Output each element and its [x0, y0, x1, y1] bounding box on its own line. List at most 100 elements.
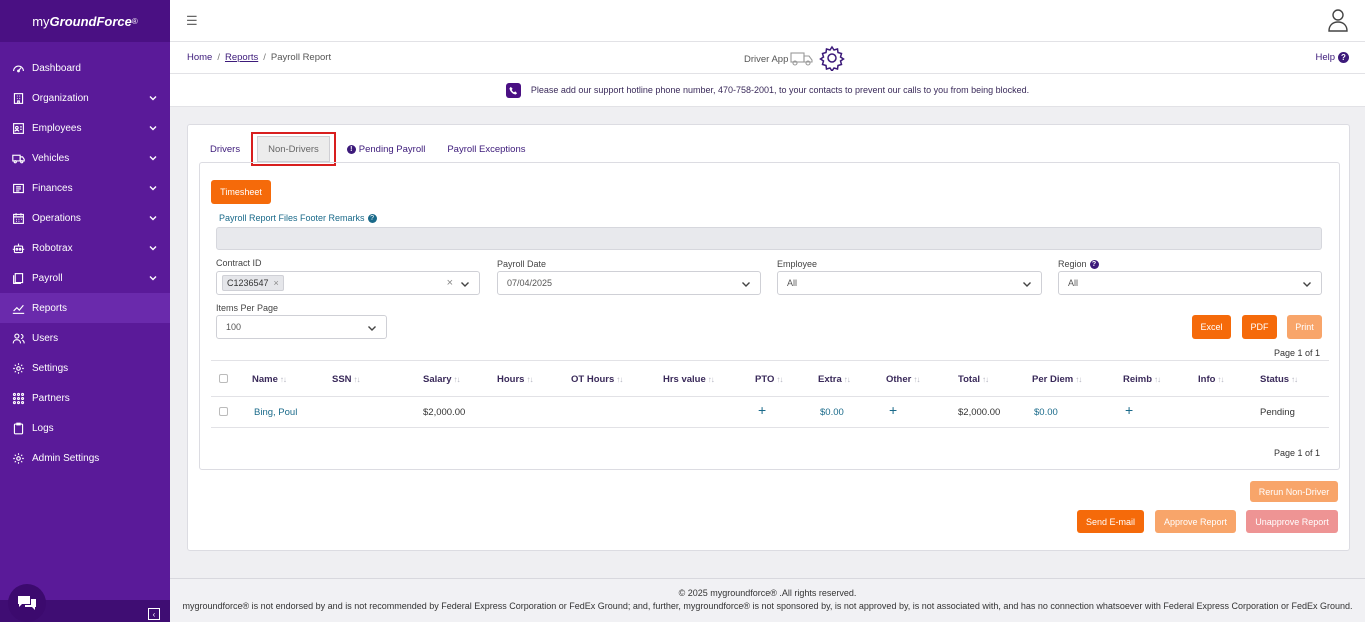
chevron-down-icon[interactable]	[460, 279, 470, 291]
sidebar-nav: Dashboard Organization Employees Vehicle…	[0, 42, 170, 473]
support-notice: Please add our support hotline phone num…	[170, 74, 1365, 107]
col-salary[interactable]: Salary ↑↓	[423, 374, 461, 385]
col-hrs-value[interactable]: Hrs value ↑↓	[663, 374, 715, 385]
sidebar-item-operations[interactable]: Operations	[0, 203, 170, 233]
region-select[interactable]: All	[1058, 271, 1322, 295]
sort-icon: ↑↓	[776, 375, 783, 384]
add-pto-icon[interactable]: +	[758, 402, 766, 418]
report-tabs: Drivers Non-Drivers ! Pending Payroll Pa…	[199, 132, 536, 166]
sidebar-collapse-icon[interactable]: ‹	[148, 608, 160, 620]
col-hours[interactable]: Hours ↑↓	[497, 374, 533, 385]
contract-id-chip: C1236547 ×	[222, 275, 284, 291]
col-reimb-label: Reimb	[1123, 374, 1153, 385]
sidebar-item-payroll[interactable]: Payroll	[0, 263, 170, 293]
breadcrumb-current: Payroll Report	[270, 52, 332, 63]
sidebar-item-dashboard[interactable]: Dashboard	[0, 53, 170, 83]
total-cell: $2,000.00	[958, 407, 1001, 418]
sidebar-item-label: Logs	[32, 422, 54, 434]
phone-icon	[505, 82, 521, 98]
sidebar-item-label: Admin Settings	[32, 452, 100, 464]
driver-app-label: Driver App	[744, 54, 789, 65]
col-total[interactable]: Total ↑↓	[958, 374, 989, 385]
sort-icon: ↑↓	[913, 375, 920, 384]
driver-app-link[interactable]: Driver App	[744, 45, 846, 74]
sidebar-item-reports[interactable]: Reports	[0, 293, 170, 323]
breadcrumb-home[interactable]: Home	[187, 52, 212, 63]
tab-pending-payroll[interactable]: ! Pending Payroll	[336, 136, 437, 162]
sort-icon: ↑↓	[1075, 375, 1082, 384]
brand-logo[interactable]: my GroundForce ®	[0, 0, 170, 42]
sidebar-item-label: Users	[32, 332, 59, 344]
excel-button[interactable]: Excel	[1192, 315, 1231, 339]
col-extra[interactable]: Extra ↑↓	[818, 374, 851, 385]
col-name[interactable]: Name ↑↓	[252, 374, 287, 385]
help-icon: ?	[1338, 52, 1349, 63]
send-email-button[interactable]: Send E-mail	[1077, 510, 1144, 533]
remove-chip-icon[interactable]: ×	[274, 278, 279, 288]
brand-bold: GroundForce	[49, 13, 132, 29]
col-info[interactable]: Info ↑↓	[1198, 374, 1224, 385]
contract-id-select[interactable]: C1236547 × ×	[216, 271, 480, 295]
col-status[interactable]: Status ↑↓	[1260, 374, 1298, 385]
breadcrumb-reports[interactable]: Reports	[225, 52, 258, 63]
sidebar-item-partners[interactable]: Partners	[0, 383, 170, 413]
clear-icon[interactable]: ×	[447, 277, 453, 289]
col-pto[interactable]: PTO ↑↓	[755, 374, 783, 385]
sidebar-item-robotrax[interactable]: Robotrax	[0, 233, 170, 263]
per-diem-link[interactable]: $0.00	[1034, 407, 1058, 418]
unapprove-report-button[interactable]: Unapprove Report	[1246, 510, 1338, 533]
tab-payroll-exceptions[interactable]: Payroll Exceptions	[436, 136, 536, 162]
sidebar-item-vehicles[interactable]: Vehicles	[0, 143, 170, 173]
hamburger-menu-icon[interactable]: ☰	[186, 13, 198, 29]
tab-non-drivers-label: Non-Drivers	[257, 136, 330, 162]
sidebar-item-admin-settings[interactable]: Admin Settings	[0, 443, 170, 473]
add-reimb-icon[interactable]: +	[1125, 402, 1133, 418]
items-per-page-value: 100	[226, 322, 242, 332]
region-value: All	[1068, 278, 1079, 288]
timesheet-button[interactable]: Timesheet	[211, 180, 271, 204]
col-per-diem-label: Per Diem	[1032, 374, 1074, 385]
chevron-down-icon	[148, 153, 158, 166]
col-other[interactable]: Other ↑↓	[886, 374, 920, 385]
rerun-non-driver-button[interactable]: Rerun Non-Driver	[1250, 481, 1338, 502]
extra-link[interactable]: $0.00	[820, 407, 844, 418]
sidebar-item-label: Payroll	[32, 272, 63, 284]
building-icon	[11, 91, 25, 105]
sidebar-item-logs[interactable]: Logs	[0, 413, 170, 443]
sidebar-item-organization[interactable]: Organization	[0, 83, 170, 113]
add-other-icon[interactable]: +	[889, 402, 897, 418]
id-card-icon	[11, 121, 25, 135]
sort-icon: ↑↓	[707, 375, 715, 384]
sidebar-item-settings[interactable]: Settings	[0, 353, 170, 383]
non-drivers-panel: Timesheet Payroll Report Files Footer Re…	[199, 162, 1340, 470]
col-pto-label: PTO	[755, 374, 775, 385]
employee-name-link[interactable]: Bing, Poul	[254, 407, 297, 418]
items-per-page-select[interactable]: 100	[216, 315, 387, 339]
select-all-checkbox[interactable]	[219, 374, 228, 383]
sort-icon: ↑↓	[1217, 375, 1224, 384]
approve-report-button[interactable]: Approve Report	[1155, 510, 1236, 533]
remarks-input[interactable]	[216, 227, 1322, 250]
tab-drivers[interactable]: Drivers	[199, 136, 251, 162]
sidebar-item-users[interactable]: Users	[0, 323, 170, 353]
pdf-button[interactable]: PDF	[1242, 315, 1277, 339]
copyright-text: © 2025 mygroundforce® .All rights reserv…	[678, 588, 857, 598]
gear-icon	[11, 451, 25, 465]
print-button[interactable]: Print	[1287, 315, 1322, 339]
sidebar-item-employees[interactable]: Employees	[0, 113, 170, 143]
employee-select[interactable]: All	[777, 271, 1042, 295]
help-link[interactable]: Help ?	[1315, 52, 1349, 63]
col-per-diem[interactable]: Per Diem ↑↓	[1032, 374, 1082, 385]
tab-non-drivers[interactable]: Non-Drivers	[251, 132, 336, 166]
payroll-date-select[interactable]: 07/04/2025	[497, 271, 761, 295]
col-ot-hours[interactable]: OT Hours ↑↓	[571, 374, 623, 385]
gear-icon[interactable]	[814, 45, 846, 74]
user-profile-icon[interactable]	[1327, 8, 1349, 35]
sidebar-item-label: Operations	[32, 212, 81, 224]
col-ssn[interactable]: SSN ↑↓	[332, 374, 361, 385]
col-reimb[interactable]: Reimb ↑↓	[1123, 374, 1161, 385]
sidebar-item-finances[interactable]: Finances	[0, 173, 170, 203]
sort-icon: ↑↓	[279, 375, 287, 384]
row-checkbox[interactable]	[219, 407, 228, 416]
chat-icon[interactable]	[8, 584, 46, 622]
